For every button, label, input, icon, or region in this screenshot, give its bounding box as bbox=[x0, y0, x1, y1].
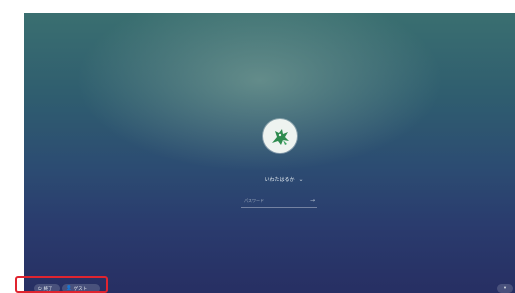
shutdown-label: 終了 bbox=[43, 286, 53, 292]
browse-as-guest-button[interactable]: 👤 ゲスト bbox=[62, 284, 100, 293]
shutdown-button[interactable]: ⏻ 終了 bbox=[34, 284, 60, 293]
user-name: いわたはるか bbox=[264, 176, 295, 183]
guest-label: ゲスト bbox=[73, 286, 88, 292]
status-icon: ▾ bbox=[503, 286, 507, 291]
password-input[interactable] bbox=[241, 195, 300, 206]
login-shelf: ⏻ 終了 👤 ゲスト ▾ bbox=[24, 284, 515, 293]
chevron-down-icon: ⌄ bbox=[298, 175, 304, 183]
status-area[interactable]: ▾ bbox=[497, 284, 513, 293]
user-name-selector[interactable]: いわたはるか ⌄ bbox=[252, 173, 316, 185]
person-icon: 👤 bbox=[66, 286, 72, 291]
password-field[interactable]: → bbox=[241, 194, 317, 208]
power-icon: ⏻ bbox=[38, 286, 42, 292]
user-avatar[interactable] bbox=[263, 119, 297, 153]
login-screen: いわたはるか ⌄ → ⏻ 終了 👤 ゲスト ▾ bbox=[24, 13, 515, 293]
dragon-icon bbox=[272, 129, 289, 145]
arrow-right-icon[interactable]: → bbox=[310, 197, 317, 204]
